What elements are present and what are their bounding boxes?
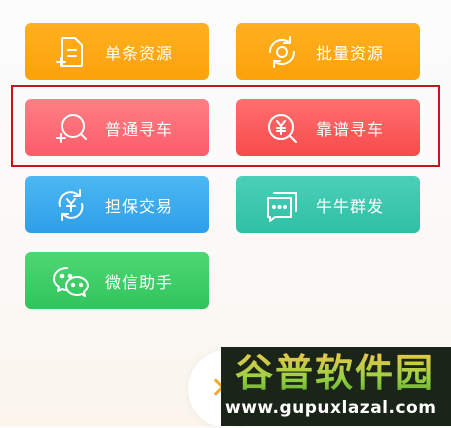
wechat-helper-label: 微信助手 bbox=[105, 272, 174, 292]
batch-resource-button[interactable]: 批量资源 bbox=[236, 23, 420, 80]
batch-resource-label: 批量资源 bbox=[316, 43, 385, 63]
reliable-search-button[interactable]: 靠谱寻车 bbox=[236, 99, 420, 156]
wechat-icon bbox=[51, 261, 91, 301]
document-plus-icon bbox=[51, 32, 91, 72]
escrow-trade-label: 担保交易 bbox=[105, 196, 174, 216]
watermark-url: www.gupuxlazal.com bbox=[225, 398, 437, 418]
search-plus-icon bbox=[51, 108, 91, 148]
single-resource-button[interactable]: 单条资源 bbox=[25, 23, 209, 80]
chat-bubbles-icon bbox=[262, 185, 302, 225]
escrow-trade-button[interactable]: 担保交易 bbox=[25, 176, 209, 233]
refresh-circle-icon bbox=[262, 32, 302, 72]
normal-search-button[interactable]: 普通寻车 bbox=[25, 99, 209, 156]
group-send-button[interactable]: 牛牛群发 bbox=[236, 176, 420, 233]
group-send-label: 牛牛群发 bbox=[316, 196, 385, 216]
watermark-brand: 谷普软件园 bbox=[235, 351, 436, 395]
single-resource-label: 单条资源 bbox=[105, 43, 174, 63]
watermark: 谷普软件园 www.gupuxlazal.com bbox=[221, 347, 451, 426]
normal-search-label: 普通寻车 bbox=[105, 119, 174, 139]
wechat-helper-button[interactable]: 微信助手 bbox=[25, 252, 209, 309]
reliable-search-label: 靠谱寻车 bbox=[316, 119, 385, 139]
yen-search-icon bbox=[262, 108, 302, 148]
background-ghost-text bbox=[230, 62, 234, 78]
yen-exchange-icon bbox=[51, 185, 91, 225]
